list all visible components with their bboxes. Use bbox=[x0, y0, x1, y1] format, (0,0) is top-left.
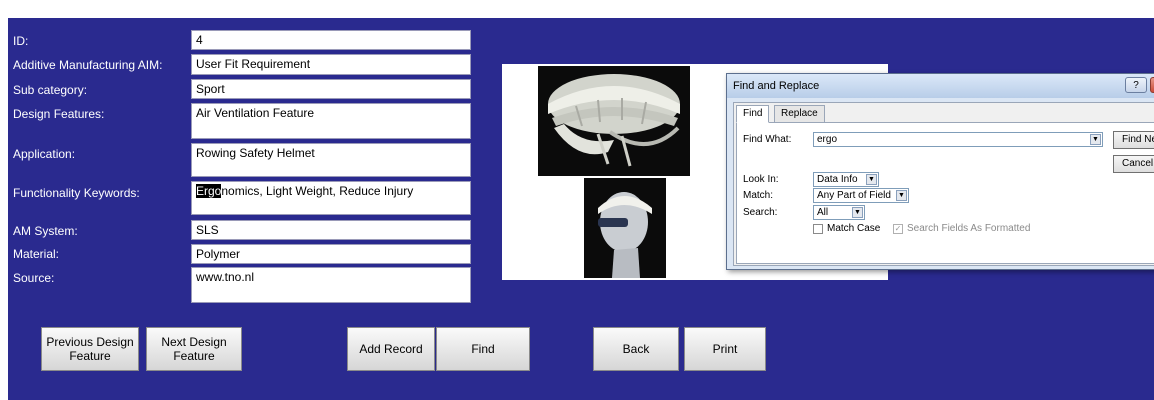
match-dropdown-icon[interactable]: ▼ bbox=[896, 190, 907, 201]
next-line2: Feature bbox=[173, 349, 215, 363]
previous-line1: Previous Design bbox=[46, 335, 134, 349]
find-replace-dialog: Find and Replace ? Find Replace Find Wha… bbox=[726, 73, 1154, 270]
dialog-titlebar[interactable]: Find and Replace ? bbox=[727, 74, 1154, 98]
find-next-button[interactable]: Find Next bbox=[1113, 131, 1154, 149]
keywords-highlight: Ergo bbox=[196, 184, 222, 198]
subcategory-field[interactable]: Sport bbox=[191, 79, 471, 99]
match-select[interactable]: Any Part of Field ▼ bbox=[813, 188, 909, 203]
search-label: Search: bbox=[743, 207, 778, 218]
match-value: Any Part of Field bbox=[817, 190, 891, 201]
cancel-button[interactable]: Cancel bbox=[1113, 155, 1154, 173]
look-in-value: Data Info bbox=[817, 174, 858, 185]
application-field[interactable]: Rowing Safety Helmet bbox=[191, 143, 471, 177]
mannequin-helmet-photo bbox=[584, 178, 666, 278]
add-record-button[interactable]: Add Record bbox=[347, 327, 435, 371]
close-button[interactable] bbox=[1150, 77, 1154, 93]
source-field[interactable]: www.tno.nl bbox=[191, 267, 471, 303]
match-case-label: Match Case bbox=[827, 223, 881, 234]
find-what-input[interactable]: ergo ▼ bbox=[813, 132, 1103, 147]
search-formatted-checkbox[interactable]: ✓ bbox=[893, 224, 903, 234]
next-design-feature-button[interactable]: Next Design Feature bbox=[146, 327, 242, 371]
material-label: Material: bbox=[13, 247, 60, 261]
search-value: All bbox=[817, 207, 829, 218]
search-select[interactable]: All ▼ bbox=[813, 205, 865, 220]
tab-replace[interactable]: Replace bbox=[774, 105, 825, 123]
look-in-label: Look In: bbox=[743, 174, 779, 185]
application-label: Application: bbox=[13, 147, 76, 161]
match-label: Match: bbox=[743, 190, 774, 201]
find-what-value: ergo bbox=[817, 134, 838, 145]
match-case-checkbox[interactable] bbox=[813, 224, 823, 234]
source-label: Source: bbox=[13, 271, 55, 285]
subcategory-label: Sub category: bbox=[13, 83, 88, 97]
helmet-photo bbox=[538, 66, 690, 176]
tab-find[interactable]: Find bbox=[736, 105, 770, 123]
previous-design-feature-button[interactable]: Previous Design Feature bbox=[41, 327, 139, 371]
keywords-text: nomics, Light Weight, Reduce Injury bbox=[221, 184, 414, 198]
search-dropdown-icon[interactable]: ▼ bbox=[852, 207, 863, 218]
dialog-body: Find Replace Find What: ergo ▼ Find Next… bbox=[733, 102, 1154, 266]
am-system-label: AM System: bbox=[13, 224, 78, 238]
dialog-title: Find and Replace bbox=[733, 80, 820, 92]
design-features-field[interactable]: Air Ventilation Feature bbox=[191, 103, 471, 139]
aim-field[interactable]: User Fit Requirement bbox=[191, 54, 471, 75]
help-icon: ? bbox=[1133, 80, 1139, 91]
find-what-dropdown-icon[interactable]: ▼ bbox=[1090, 134, 1101, 145]
id-label: ID: bbox=[13, 34, 29, 48]
design-features-label: Design Features: bbox=[13, 107, 105, 121]
find-button[interactable]: Find bbox=[436, 327, 530, 371]
design-feature-form: ID: Additive Manufacturing AIM: Sub cate… bbox=[8, 18, 1154, 400]
am-system-field[interactable]: SLS bbox=[191, 220, 471, 240]
print-button[interactable]: Print bbox=[684, 327, 766, 371]
help-button[interactable]: ? bbox=[1125, 77, 1147, 93]
next-line1: Next Design bbox=[161, 335, 227, 349]
keywords-field[interactable]: Ergonomics, Light Weight, Reduce Injury bbox=[191, 181, 471, 215]
aim-label: Additive Manufacturing AIM: bbox=[13, 58, 163, 72]
previous-line2: Feature bbox=[69, 349, 111, 363]
find-what-label: Find What: bbox=[743, 134, 792, 145]
search-formatted-label: Search Fields As Formatted bbox=[907, 223, 1031, 234]
look-in-select[interactable]: Data Info ▼ bbox=[813, 172, 879, 187]
id-field[interactable]: 4 bbox=[191, 30, 471, 50]
find-tab-panel: Find What: ergo ▼ Find Next Cancel Look … bbox=[736, 122, 1154, 264]
material-field[interactable]: Polymer bbox=[191, 244, 471, 264]
keywords-label: Functionality Keywords: bbox=[13, 186, 140, 200]
look-in-dropdown-icon[interactable]: ▼ bbox=[866, 174, 877, 185]
back-button[interactable]: Back bbox=[593, 327, 679, 371]
